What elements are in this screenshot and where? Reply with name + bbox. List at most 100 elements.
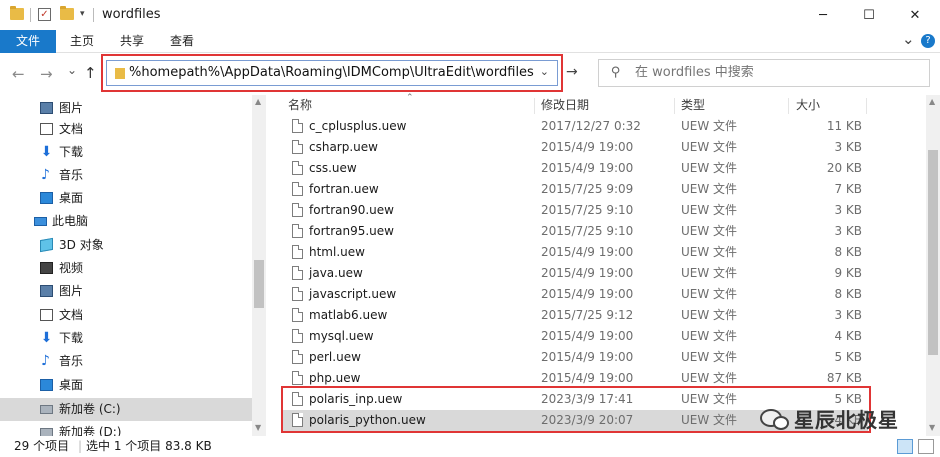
file-row[interactable]: csharp.uew 2015/4/9 19:00 UEW 文件 3 KB <box>282 137 868 158</box>
column-divider[interactable] <box>788 98 789 114</box>
nav-item-downloads[interactable]: ⬇ 下载 <box>0 141 252 164</box>
scroll-up-icon[interactable]: ▲ <box>929 97 935 106</box>
file-name: fortran95.uew <box>309 224 394 238</box>
file-icon <box>292 266 303 280</box>
nav-item-label: 桌面 <box>59 378 84 392</box>
scroll-down-icon[interactable]: ▼ <box>929 423 935 432</box>
new-folder-icon[interactable] <box>60 6 74 20</box>
file-type: UEW 文件 <box>681 329 738 343</box>
column-divider[interactable] <box>866 98 867 114</box>
file-name: css.uew <box>309 161 357 175</box>
file-name: matlab6.uew <box>309 308 388 322</box>
up-button[interactable]: ↑ <box>84 64 97 82</box>
navigation-scrollbar[interactable]: ▲ ▼ <box>252 95 266 436</box>
file-size: 8 KB <box>834 287 862 301</box>
properties-icon[interactable]: ✓ <box>38 8 51 21</box>
file-list-scrollbar[interactable]: ▲ ▼ <box>926 95 940 436</box>
nav-item-desktop[interactable]: 桌面 <box>0 187 252 210</box>
maximize-button[interactable]: ☐ <box>846 0 892 30</box>
music-icon: ♪ <box>41 167 50 183</box>
file-name: csharp.uew <box>309 140 378 154</box>
tab-view[interactable]: 查看 <box>156 30 208 53</box>
file-row[interactable]: html.uew 2015/4/9 19:00 UEW 文件 8 KB <box>282 242 868 263</box>
file-size: 8 KB <box>834 245 862 259</box>
details-view-button[interactable] <box>897 439 913 454</box>
item-count: 29 个项目 <box>14 439 70 453</box>
file-icon <box>292 245 303 259</box>
scroll-down-icon[interactable]: ▼ <box>255 423 261 432</box>
file-row[interactable]: javascript.uew 2015/4/9 19:00 UEW 文件 8 K… <box>282 284 868 305</box>
nav-item-label: 文档 <box>59 122 84 136</box>
file-type: UEW 文件 <box>681 203 738 217</box>
file-type: UEW 文件 <box>681 119 738 133</box>
file-icon <box>292 119 303 133</box>
ribbon: 文件 主页 共享 查看 ⌄ ? <box>0 30 940 53</box>
file-date: 2015/7/25 9:10 <box>541 224 634 238</box>
recent-locations-icon[interactable]: ⌄ <box>67 63 77 77</box>
go-button[interactable]: → <box>566 64 578 80</box>
documents-icon <box>40 123 53 135</box>
file-name: mysql.uew <box>309 329 374 343</box>
nav-item-pictures[interactable]: 图片 <box>0 97 252 120</box>
file-row[interactable]: perl.uew 2015/4/9 19:00 UEW 文件 5 KB <box>282 347 868 368</box>
column-header-size[interactable]: 大小 <box>796 95 820 116</box>
nav-item-documents[interactable]: 文档 <box>0 118 252 141</box>
nav-item-3d-objects[interactable]: 3D 对象 <box>0 234 252 257</box>
file-size: 7 KB <box>834 182 862 196</box>
nav-item-music[interactable]: ♪ 音乐 <box>0 350 252 373</box>
nav-item-downloads[interactable]: ⬇ 下载 <box>0 327 252 350</box>
large-icons-view-button[interactable] <box>918 439 934 454</box>
nav-item-label: 下载 <box>59 331 84 345</box>
address-highlight-box <box>101 54 563 92</box>
forward-button[interactable]: → <box>40 65 53 83</box>
scrollbar-thumb[interactable] <box>928 150 938 355</box>
file-row[interactable]: fortran90.uew 2015/7/25 9:10 UEW 文件 3 KB <box>282 200 868 221</box>
desktop-icon <box>40 192 53 204</box>
tab-share[interactable]: 共享 <box>106 30 158 53</box>
column-header-type[interactable]: 类型 <box>681 95 705 116</box>
column-header-name[interactable]: 名称 <box>288 95 312 116</box>
nav-item-drive-d[interactable]: 新加卷 (D:) <box>0 421 252 436</box>
file-size: 3 KB <box>834 203 862 217</box>
file-row[interactable]: matlab6.uew 2015/7/25 9:12 UEW 文件 3 KB <box>282 305 868 326</box>
file-row[interactable]: css.uew 2015/4/9 19:00 UEW 文件 20 KB <box>282 158 868 179</box>
nav-item-desktop[interactable]: 桌面 <box>0 374 252 397</box>
file-name: javascript.uew <box>309 287 397 301</box>
column-divider[interactable] <box>534 98 535 114</box>
nav-item-this-pc[interactable]: 此电脑 <box>0 210 252 233</box>
tab-file[interactable]: 文件 <box>0 30 56 53</box>
column-header-date[interactable]: 修改日期 <box>541 95 589 116</box>
pictures-icon <box>40 285 53 297</box>
scrollbar-thumb[interactable] <box>254 260 264 308</box>
nav-item-documents[interactable]: 文档 <box>0 304 252 327</box>
tab-home[interactable]: 主页 <box>56 30 108 53</box>
close-button[interactable]: ✕ <box>892 0 938 30</box>
explorer-window: ✓ ▾ wordfiles ─ ☐ ✕ 文件 主页 共享 查看 ⌄ ? ← → … <box>0 0 940 457</box>
file-type: UEW 文件 <box>681 266 738 280</box>
file-date: 2015/4/9 19:00 <box>541 287 634 301</box>
quick-access-dropdown-icon[interactable]: ▾ <box>80 9 85 19</box>
scroll-up-icon[interactable]: ▲ <box>255 97 261 106</box>
file-date: 2015/7/25 9:12 <box>541 308 634 322</box>
nav-item-videos[interactable]: 视频 <box>0 257 252 280</box>
file-size: 11 KB <box>826 119 862 133</box>
file-row[interactable]: fortran.uew 2015/7/25 9:09 UEW 文件 7 KB <box>282 179 868 200</box>
file-row[interactable]: mysql.uew 2015/4/9 19:00 UEW 文件 4 KB <box>282 326 868 347</box>
help-icon[interactable]: ? <box>921 34 935 48</box>
file-type: UEW 文件 <box>681 182 738 196</box>
file-row[interactable]: fortran95.uew 2015/7/25 9:10 UEW 文件 3 KB <box>282 221 868 242</box>
column-divider[interactable] <box>674 98 675 114</box>
back-button[interactable]: ← <box>12 65 25 83</box>
file-icon <box>292 371 303 385</box>
videos-icon <box>40 262 53 274</box>
nav-item-music[interactable]: ♪ 音乐 <box>0 164 252 187</box>
ribbon-collapse-icon[interactable]: ⌄ <box>902 30 915 48</box>
search-box[interactable]: ⚲ <box>598 59 930 87</box>
file-row[interactable]: c_cplusplus.uew 2017/12/27 0:32 UEW 文件 1… <box>282 116 868 137</box>
nav-item-drive-c[interactable]: 新加卷 (C:) <box>0 398 252 421</box>
search-input[interactable] <box>635 65 915 80</box>
nav-item-pictures[interactable]: 图片 <box>0 280 252 303</box>
minimize-button[interactable]: ─ <box>800 0 846 30</box>
nav-item-label: 音乐 <box>59 168 84 182</box>
file-row[interactable]: java.uew 2015/4/9 19:00 UEW 文件 9 KB <box>282 263 868 284</box>
